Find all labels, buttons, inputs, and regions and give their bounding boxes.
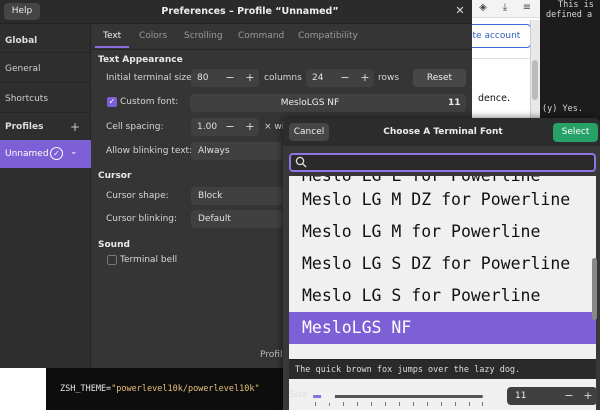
custom-font-button[interactable]: MesloLGS NF 11 — [190, 94, 466, 112]
tab-text[interactable]: Text — [103, 31, 121, 41]
dialog-header: Cancel Choose A Terminal Font Select — [283, 118, 600, 146]
size-slider-knob[interactable] — [321, 389, 336, 403]
code-value: "powerlevel10k/powerlevel10k" — [111, 384, 260, 394]
profile-id-label: Profil — [260, 350, 283, 360]
window-title: Preferences – Profile “Unnamed” — [161, 6, 339, 17]
help-button[interactable]: Help — [4, 3, 40, 20]
cursor-blinking-label: Cursor blinking: — [106, 214, 178, 224]
reset-button[interactable]: Reset — [413, 69, 466, 87]
cancel-button[interactable]: Cancel — [289, 123, 329, 141]
terminal-line: defined a — [546, 10, 593, 20]
active-tab-indicator — [95, 46, 129, 48]
sidebar: Global General Shortcuts Profiles + Unna… — [0, 24, 91, 368]
size-row: Size 11 − + — [283, 382, 600, 410]
divider — [0, 52, 91, 53]
initial-size-label: Initial terminal size: — [106, 73, 195, 83]
download-icon[interactable]: ⤓ — [499, 2, 511, 14]
cursor-shape-dropdown[interactable]: Block — [191, 187, 283, 205]
columns-value[interactable]: 80 — [197, 69, 208, 87]
custom-font-label: Custom font: — [120, 97, 179, 107]
divider — [0, 82, 91, 83]
font-list-item[interactable]: Meslo LG S DZ for Powerline — [289, 248, 596, 280]
plus-icon[interactable]: + — [356, 69, 374, 87]
check-circle-icon: ✓ — [50, 147, 63, 160]
terminal-line: (y) Yes. — [542, 104, 583, 114]
close-icon[interactable]: ✕ — [454, 5, 466, 17]
cell-spacing-label: Cell spacing: — [106, 122, 164, 132]
tab-command[interactable]: Command — [238, 31, 284, 41]
minus-icon[interactable]: − — [221, 118, 239, 136]
menu-icon[interactable]: ≡ — [521, 2, 533, 14]
sidebar-item-profile-unnamed[interactable]: Unnamed ✓ ⌄ — [0, 140, 91, 168]
size-value[interactable]: 11 — [515, 387, 526, 405]
plus-icon[interactable]: + — [241, 118, 259, 136]
code-snippet: ZSH_THEME="powerlevel10k/powerlevel10k" — [46, 368, 300, 410]
font-search-input[interactable] — [289, 153, 596, 172]
tab-bar: Text Colors Scrolling Command Compatibil… — [91, 24, 472, 50]
cursor-shape-label: Cursor shape: — [106, 191, 169, 201]
columns-stepper[interactable]: 80 − + — [191, 69, 259, 87]
code-key: ZSH_THEME= — [60, 384, 112, 394]
font-name: MesloLGS NF — [280, 98, 340, 108]
title-bar: Help Preferences – Profile “Unnamed” ✕ — [0, 0, 472, 24]
font-preview: The quick brown fox jumps over the lazy … — [289, 359, 596, 379]
rows-stepper[interactable]: 24 − + — [306, 69, 374, 87]
shield-icon[interactable]: ◈ — [477, 2, 489, 14]
profile-name: Unnamed — [5, 149, 49, 159]
add-profile-button[interactable]: + — [70, 120, 80, 134]
font-list-item[interactable]: Meslo LG M for Powerline — [289, 216, 596, 248]
font-chooser-dialog: Cancel Choose A Terminal Font Select Mes… — [283, 118, 600, 410]
terminal-line: This is — [558, 0, 594, 10]
size-slider-track[interactable] — [313, 395, 483, 398]
section-text-appearance: Text Appearance — [98, 55, 183, 65]
divider — [0, 112, 91, 113]
search-icon — [295, 156, 307, 168]
section-cursor: Cursor — [98, 171, 132, 181]
rows-value[interactable]: 24 — [312, 69, 323, 87]
size-label: Size — [289, 390, 308, 400]
minus-icon[interactable]: − — [221, 69, 239, 87]
columns-label: columns — [264, 73, 302, 83]
custom-font-checkbox[interactable]: ✓ — [107, 97, 117, 107]
tab-colors[interactable]: Colors — [139, 31, 167, 41]
blinking-text-dropdown[interactable]: Always — [191, 142, 283, 160]
sidebar-item-general[interactable]: General — [5, 64, 40, 74]
plus-icon[interactable]: + — [241, 69, 259, 87]
terminal-bell-checkbox[interactable] — [107, 255, 117, 265]
terminal-bell-label: Terminal bell — [120, 255, 178, 265]
font-size: 11 — [448, 98, 461, 108]
cell-spacing-stepper[interactable]: 1.00 − + — [191, 118, 259, 136]
font-list-item[interactable]: Meslo LG M DZ for Powerline — [289, 184, 596, 216]
sidebar-item-shortcuts[interactable]: Shortcuts — [5, 94, 48, 104]
tab-scrolling[interactable]: Scrolling — [184, 31, 223, 41]
size-slider-ticks — [315, 402, 483, 407]
minus-icon[interactable]: − — [336, 69, 354, 87]
font-list-item-selected[interactable]: MesloLGS NF — [289, 312, 596, 344]
cell-spacing-value[interactable]: 1.00 — [197, 118, 217, 136]
tab-compatibility[interactable]: Compatibility — [298, 31, 358, 41]
size-stepper[interactable]: 11 − + — [507, 387, 597, 405]
page-text: dence. — [478, 93, 510, 104]
cursor-blinking-dropdown[interactable]: Default — [191, 210, 283, 228]
browser-scrollbar-thumb[interactable] — [532, 60, 538, 100]
section-sound: Sound — [98, 240, 130, 250]
blinking-text-label: Allow blinking text: — [106, 146, 193, 156]
plus-icon[interactable]: + — [580, 387, 596, 405]
dialog-title: Choose A Terminal Font — [383, 127, 503, 137]
font-list-scrollbar[interactable] — [592, 258, 597, 320]
chevron-down-icon[interactable]: ⌄ — [70, 147, 78, 157]
rows-label: rows — [378, 73, 400, 83]
minus-icon[interactable]: − — [561, 387, 577, 405]
cell-spacing-suffix: × wi — [264, 122, 285, 132]
font-list-item[interactable]: Meslo LG S for Powerline — [289, 280, 596, 312]
sidebar-heading-profiles: Profiles — [5, 122, 44, 132]
sidebar-heading-global: Global — [5, 36, 38, 46]
select-button[interactable]: Select — [553, 123, 598, 142]
